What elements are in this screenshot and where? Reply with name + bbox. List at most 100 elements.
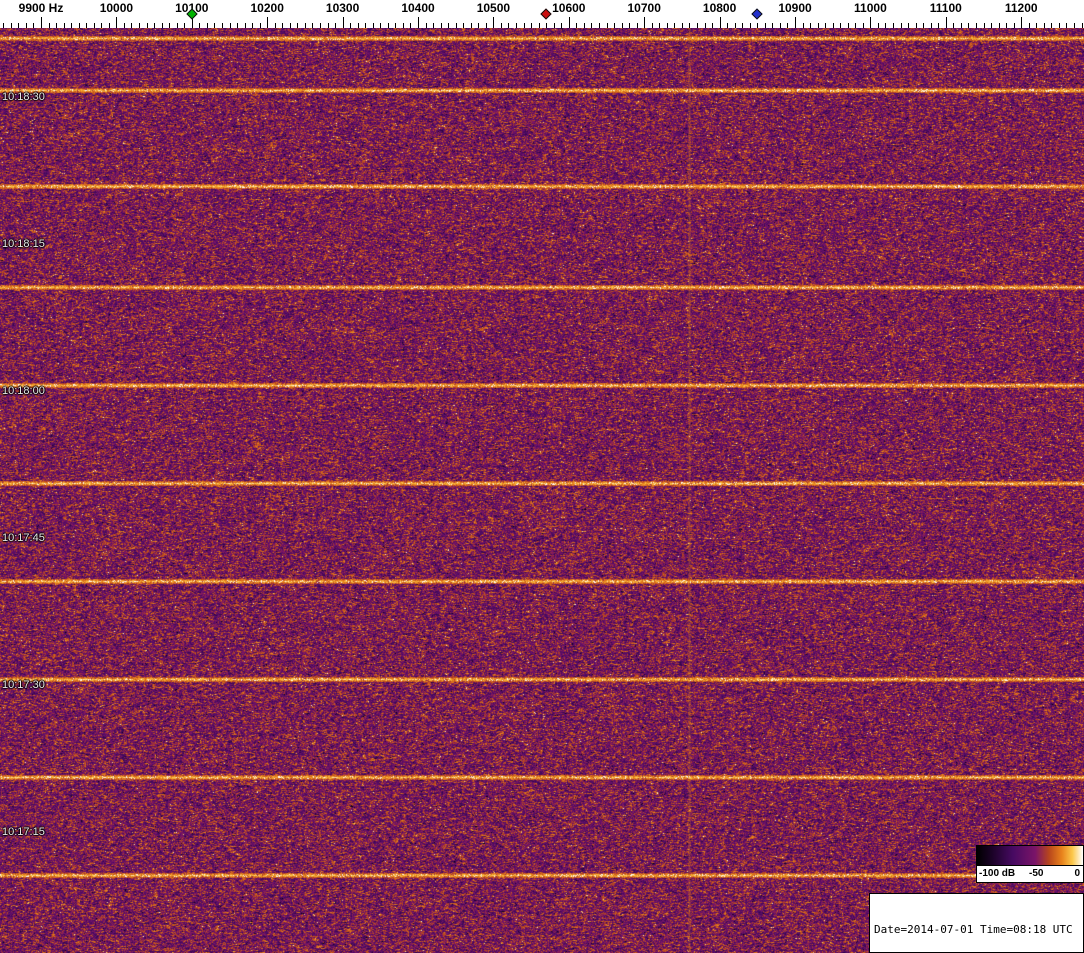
freq-axis-tick <box>931 23 932 28</box>
freq-axis-tick <box>652 23 653 28</box>
freq-axis-tick <box>818 23 819 28</box>
freq-axis-tick <box>780 23 781 28</box>
frequency-axis: 9900 Hz100001010010200103001040010500106… <box>0 0 1084 28</box>
freq-axis-tick <box>637 23 638 28</box>
freq-axis-tick <box>154 23 155 28</box>
freq-axis-tick <box>863 23 864 28</box>
freq-axis-tick <box>742 23 743 28</box>
freq-axis-tick <box>599 23 600 28</box>
freq-axis-label: 10300 <box>326 1 359 15</box>
freq-axis-tick <box>1059 23 1060 28</box>
freq-axis-tick <box>629 23 630 28</box>
freq-axis-tick <box>659 23 660 28</box>
freq-axis-tick <box>893 23 894 28</box>
freq-axis-tick <box>946 17 947 28</box>
freq-axis-tick <box>607 23 608 28</box>
info-box: Date=2014-07-01 Time=08:18 UTC Freq=143 … <box>869 893 1084 953</box>
freq-axis-tick <box>976 23 977 28</box>
freq-axis-tick <box>3 23 4 28</box>
freq-axis-tick <box>961 23 962 28</box>
freq-axis-tick <box>493 17 494 28</box>
freq-axis-tick <box>207 23 208 28</box>
freq-axis-tick <box>441 23 442 28</box>
freq-axis-tick <box>169 23 170 28</box>
freq-axis-tick <box>916 23 917 28</box>
freq-axis-tick <box>101 23 102 28</box>
freq-axis-tick <box>803 23 804 28</box>
color-scale-gradient <box>977 846 1083 866</box>
info-date-time: Date=2014-07-01 Time=08:18 UTC <box>874 923 1079 936</box>
freq-axis-tick <box>855 23 856 28</box>
spectrogram-canvas[interactable] <box>0 28 1084 953</box>
spectrum-waterfall-display: 9900 Hz100001010010200103001040010500106… <box>0 0 1084 953</box>
freq-axis-tick <box>380 23 381 28</box>
freq-axis-tick <box>840 23 841 28</box>
legend-min-label: -100 dB <box>979 868 1015 879</box>
freq-axis-tick <box>410 23 411 28</box>
freq-axis-tick <box>531 23 532 28</box>
freq-axis-tick <box>833 23 834 28</box>
freq-axis-tick <box>222 23 223 28</box>
freq-axis-label: 10600 <box>552 1 585 15</box>
color-scale-labels: -100 dB -50 0 <box>977 866 1083 882</box>
freq-axis-tick <box>275 23 276 28</box>
freq-axis-tick <box>320 23 321 28</box>
freq-axis-tick <box>787 23 788 28</box>
freq-axis-label: 10400 <box>401 1 434 15</box>
freq-axis-tick <box>463 23 464 28</box>
freq-axis-tick <box>712 23 713 28</box>
freq-axis-tick <box>750 23 751 28</box>
freq-axis-tick <box>901 23 902 28</box>
freq-axis-tick <box>418 17 419 28</box>
freq-axis-tick <box>433 23 434 28</box>
freq-axis-tick <box>757 23 758 28</box>
freq-axis-tick <box>727 23 728 28</box>
freq-axis-tick <box>49 23 50 28</box>
freq-axis-tick <box>184 23 185 28</box>
freq-axis-label: 9900 Hz <box>19 1 64 15</box>
freq-axis-tick <box>350 23 351 28</box>
freq-axis-label: 10800 <box>703 1 736 15</box>
freq-axis-tick <box>267 17 268 28</box>
freq-axis-tick <box>71 23 72 28</box>
freq-axis-tick <box>674 23 675 28</box>
freq-axis-label: 11000 <box>854 1 887 15</box>
freq-axis-tick <box>1044 23 1045 28</box>
red-diamond-marker[interactable] <box>541 8 552 19</box>
freq-axis-tick <box>328 23 329 28</box>
freq-axis-tick <box>131 23 132 28</box>
freq-axis-tick <box>938 23 939 28</box>
freq-axis-tick <box>109 23 110 28</box>
freq-axis-tick <box>94 23 95 28</box>
freq-axis-tick <box>953 23 954 28</box>
freq-axis-label: 11200 <box>1005 1 1038 15</box>
freq-axis-tick <box>1006 23 1007 28</box>
freq-axis-tick <box>395 23 396 28</box>
freq-axis-label: 10500 <box>477 1 510 15</box>
freq-axis-tick <box>561 23 562 28</box>
freq-axis-tick <box>667 23 668 28</box>
freq-axis-tick <box>358 23 359 28</box>
freq-axis-tick <box>999 23 1000 28</box>
freq-axis-tick <box>810 23 811 28</box>
freq-axis-tick <box>878 23 879 28</box>
freq-axis-tick <box>124 23 125 28</box>
freq-axis-tick <box>584 23 585 28</box>
freq-axis-tick <box>576 23 577 28</box>
freq-axis-tick <box>795 17 796 28</box>
freq-axis-tick <box>885 23 886 28</box>
freq-axis-tick <box>614 23 615 28</box>
blue-diamond-marker[interactable] <box>752 8 763 19</box>
freq-axis-tick <box>388 23 389 28</box>
freq-axis-tick <box>56 23 57 28</box>
freq-axis-tick <box>64 23 65 28</box>
freq-axis-tick <box>297 23 298 28</box>
freq-axis-tick <box>569 17 570 28</box>
freq-axis-tick <box>501 23 502 28</box>
freq-axis-tick <box>968 23 969 28</box>
freq-axis-tick <box>260 23 261 28</box>
color-scale-legend: -100 dB -50 0 <box>976 845 1084 883</box>
freq-axis-tick <box>426 23 427 28</box>
freq-axis-tick <box>403 23 404 28</box>
freq-axis-tick <box>471 23 472 28</box>
